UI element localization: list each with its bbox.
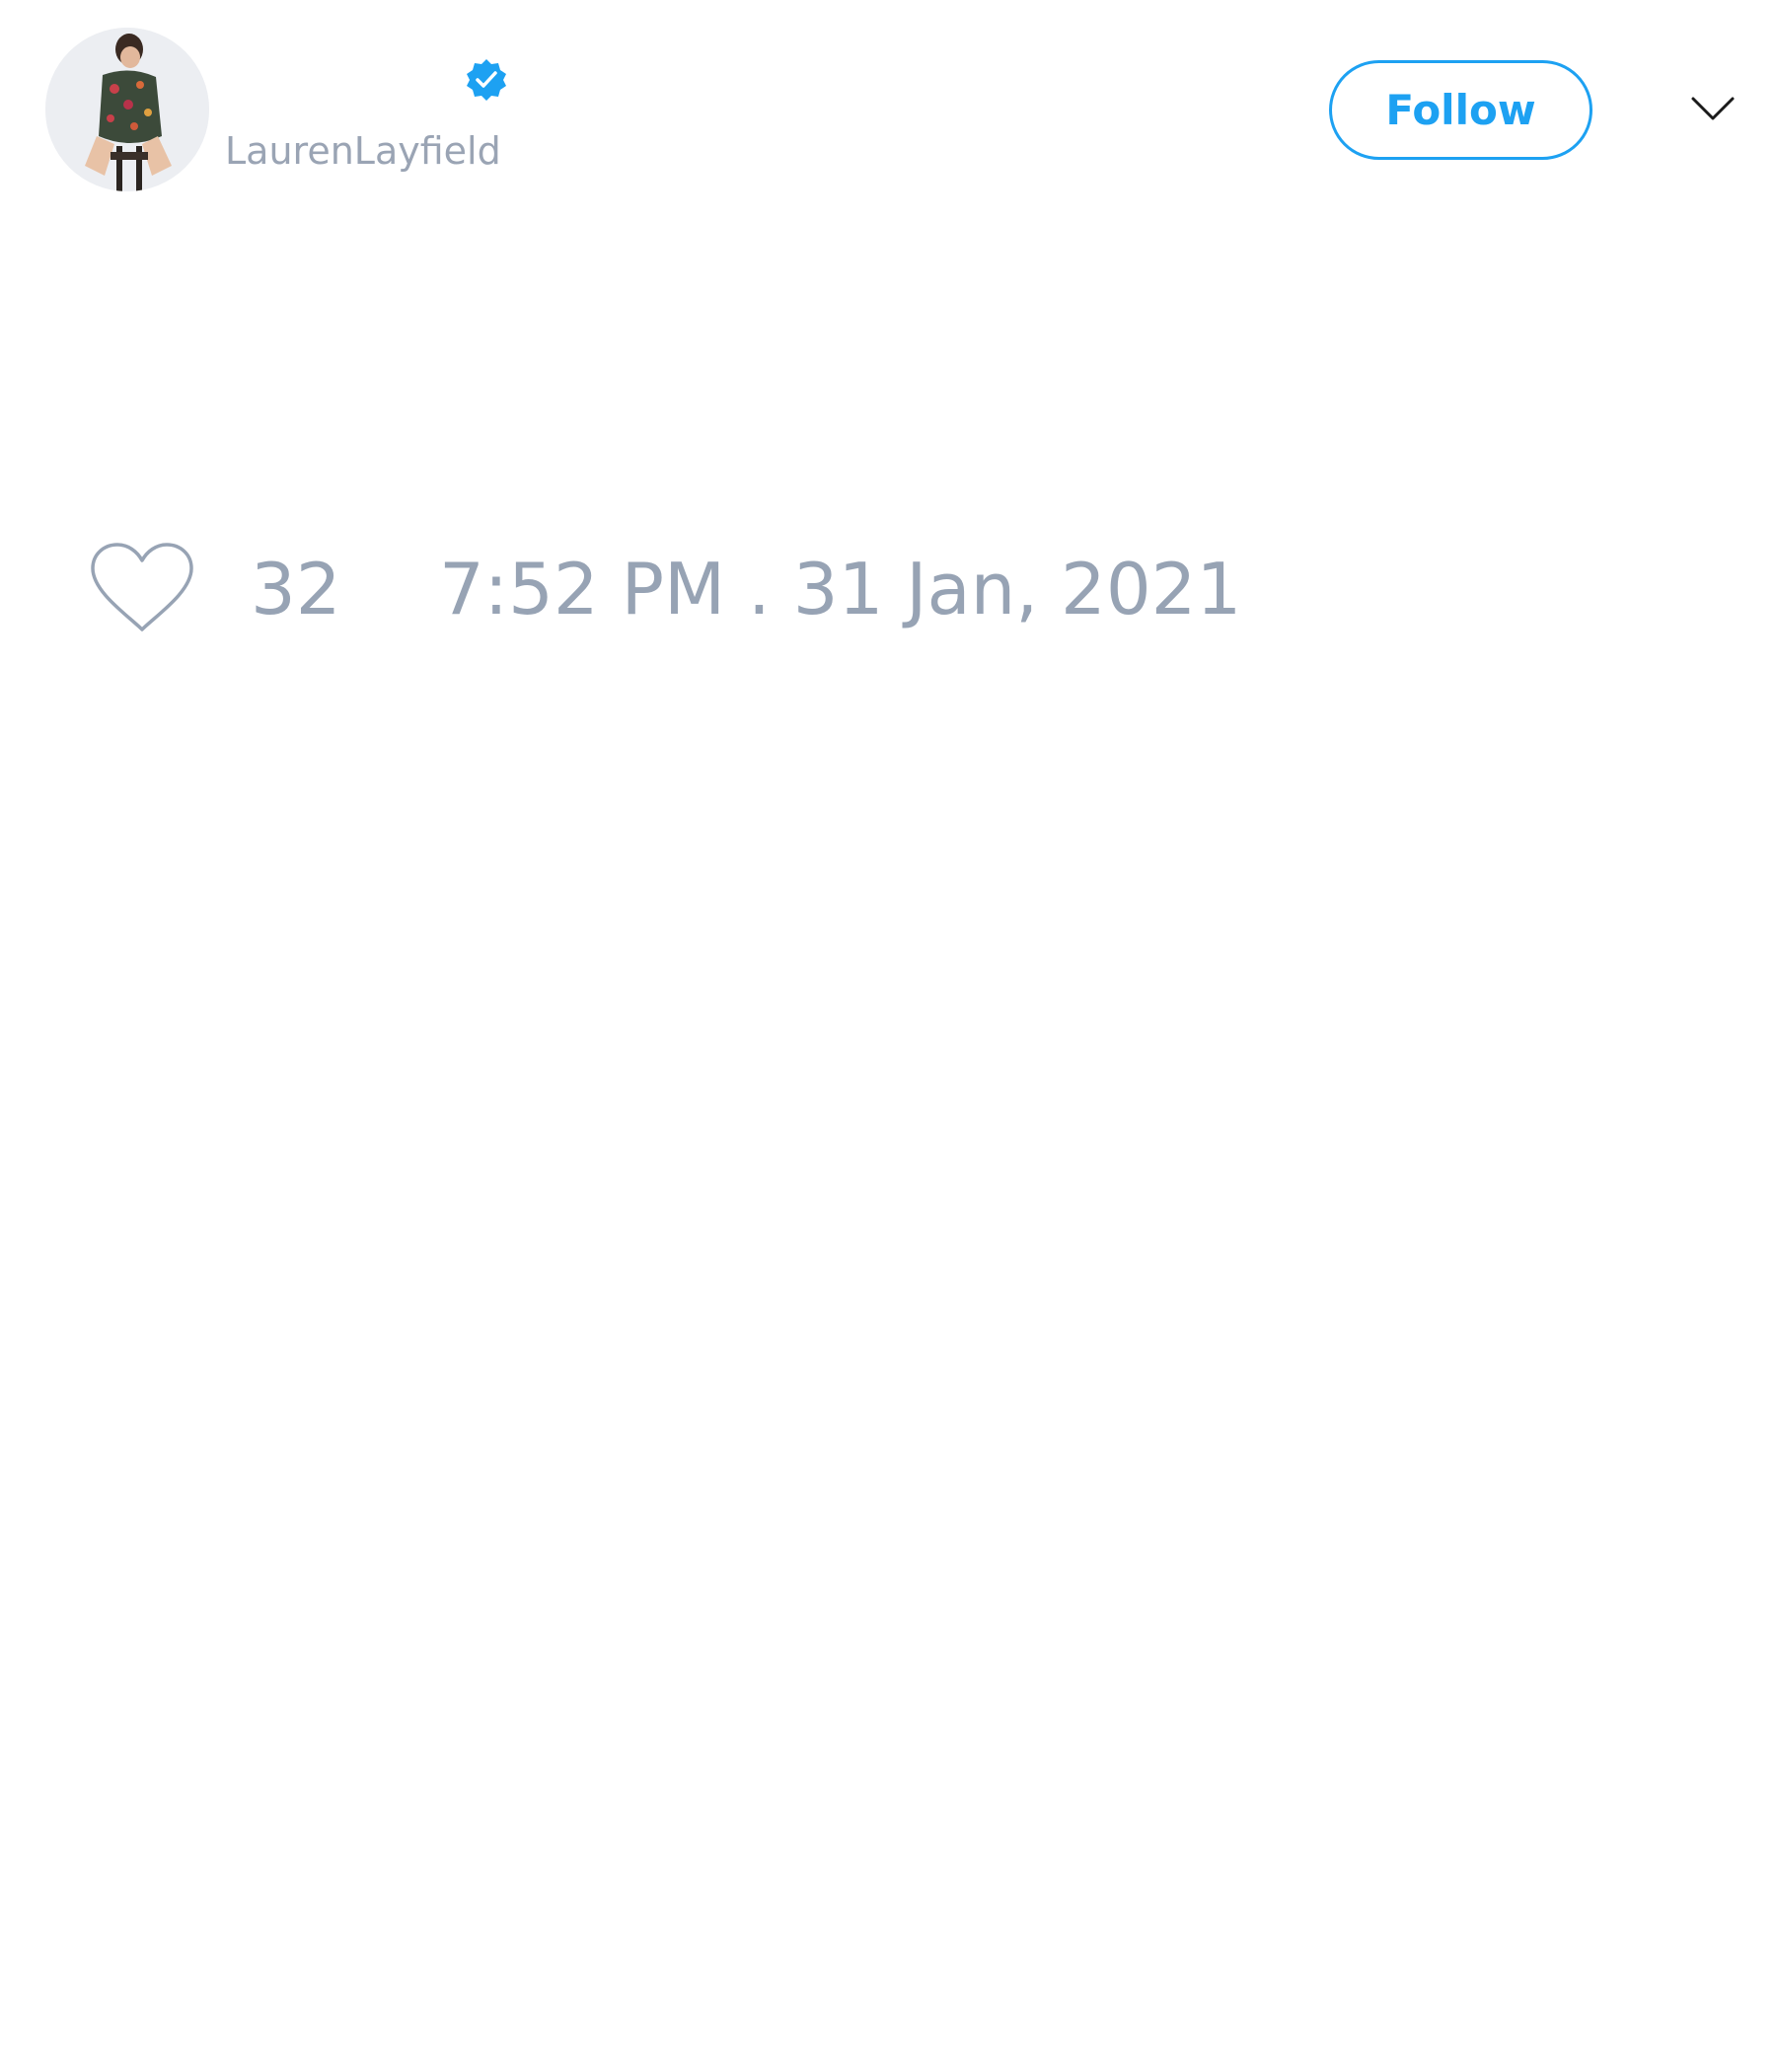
follow-button[interactable]: Follow (1329, 60, 1592, 160)
heart-icon[interactable] (89, 541, 195, 635)
avatar[interactable] (45, 28, 209, 191)
verified-badge-icon (464, 57, 509, 103)
chevron-down-icon[interactable] (1689, 93, 1737, 124)
tweet-embed: LaurenLayfield Follow 32 7:52 PM . 31 Ja… (0, 0, 1776, 2072)
like-count: 32 (251, 548, 341, 630)
user-handle[interactable]: LaurenLayfield (225, 126, 501, 176)
tweet-timestamp[interactable]: 7:52 PM . 31 Jan, 2021 (439, 548, 1241, 630)
avatar-photo (45, 28, 209, 191)
